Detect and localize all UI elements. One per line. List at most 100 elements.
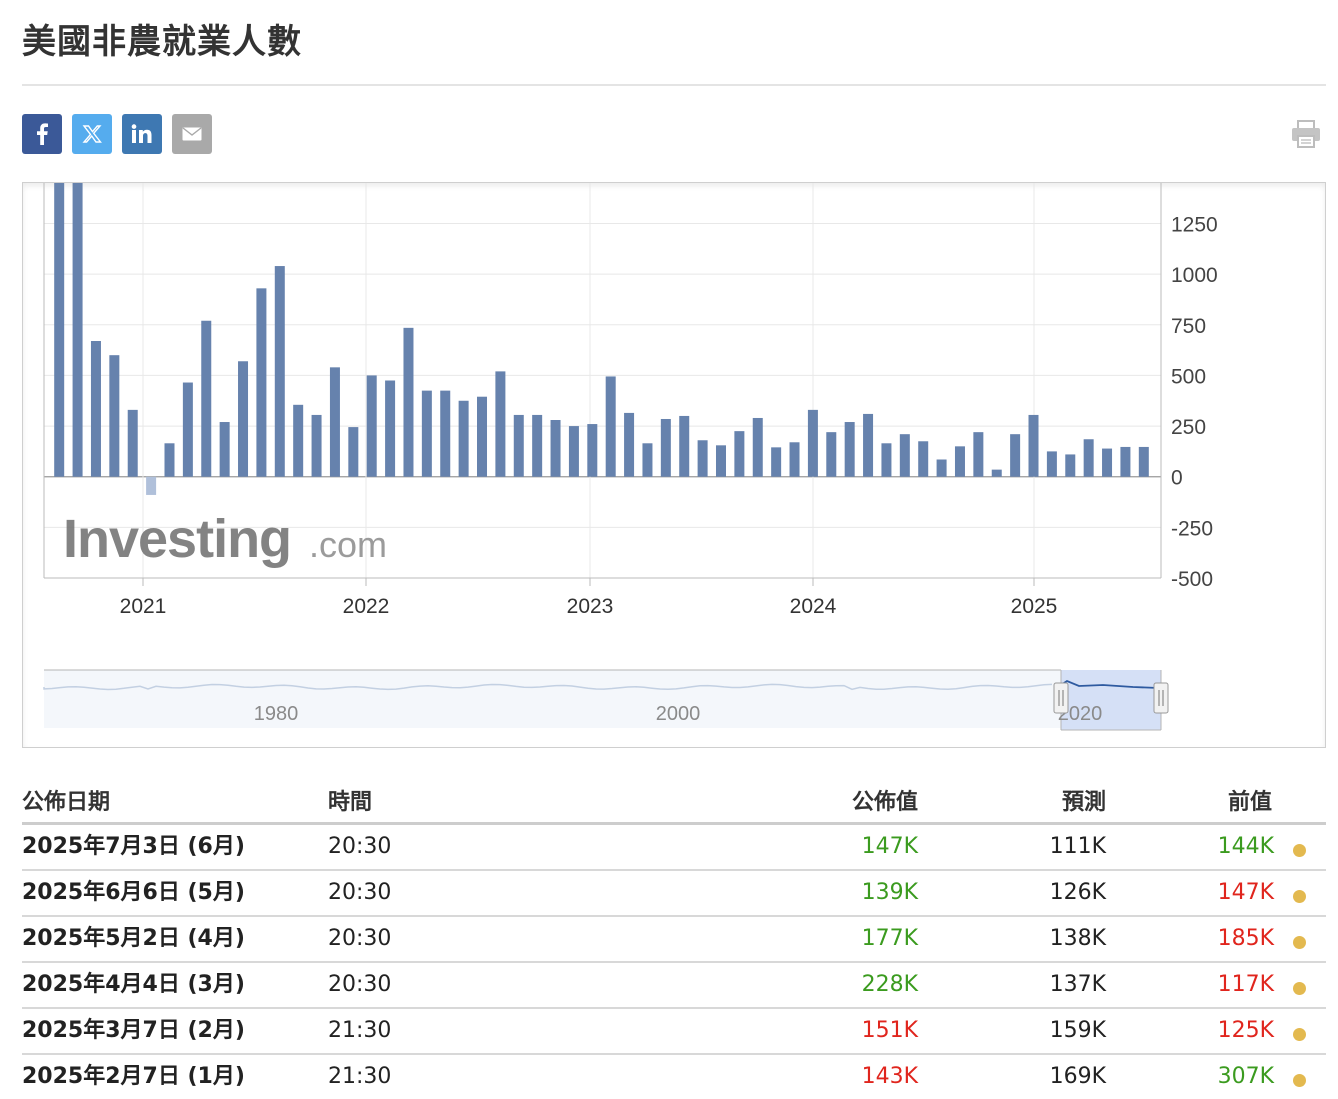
row-time: 21:30 — [328, 1064, 392, 1089]
row-actual: 147K — [861, 834, 918, 859]
data-bar — [881, 443, 892, 477]
row-previous: 117K — [1217, 972, 1274, 997]
row-forecast: 137K — [1049, 972, 1106, 997]
data-bar — [771, 447, 782, 477]
data-bar — [918, 441, 929, 477]
data-bar — [477, 396, 488, 477]
y-tick-label: 0 — [1171, 467, 1183, 490]
navigator-left-handle[interactable] — [1053, 682, 1069, 714]
importance-dot-icon[interactable] — [1293, 890, 1306, 903]
title-divider — [22, 84, 1326, 86]
data-bar — [256, 288, 267, 477]
data-bar — [605, 376, 616, 477]
share-linkedin-button[interactable] — [122, 114, 162, 154]
row-time: 20:30 — [328, 834, 392, 859]
row-previous: 185K — [1217, 926, 1274, 951]
row-forecast: 169K — [1049, 1064, 1106, 1089]
data-bar — [679, 415, 690, 477]
data-bar — [421, 390, 432, 477]
data-bar — [54, 183, 65, 477]
data-bar — [697, 440, 708, 477]
importance-dot-icon[interactable] — [1293, 1074, 1306, 1087]
y-tick-label: 1000 — [1171, 264, 1218, 287]
row-actual: 177K — [861, 926, 918, 951]
header-actual: 公佈值 — [851, 790, 918, 815]
y-tick-label: 1250 — [1171, 214, 1218, 237]
data-bar — [1138, 446, 1149, 477]
header-date: 公佈日期 — [22, 790, 111, 815]
data-bar — [752, 417, 763, 477]
x-year-label: 2022 — [343, 595, 390, 618]
row-date: 2025年4月4日 (3月) — [22, 972, 245, 997]
investing-watermark-logo: Investing — [63, 509, 291, 569]
row-time: 21:30 — [328, 1018, 392, 1043]
share-x-button[interactable] — [72, 114, 112, 154]
row-actual: 151K — [861, 1018, 918, 1043]
data-bar — [660, 418, 671, 477]
header-previous: 前值 — [1227, 790, 1272, 815]
chart-container: -500 -250 0 250 500 750 1000 1250 2021 2022 2023 20… — [22, 182, 1326, 748]
navigator-track — [44, 670, 1161, 728]
data-bar — [366, 375, 377, 477]
data-bar — [568, 426, 579, 477]
data-bar — [789, 442, 800, 477]
row-actual: 139K — [861, 880, 918, 905]
data-bar — [495, 371, 506, 477]
table-row: 2025年4月4日 (3月) 20:30 228K 137K 117K — [22, 963, 1326, 1009]
data-bar — [807, 409, 818, 477]
release-history-table: 公佈日期 時間 公佈值 預測 前值 2025年7月3日 (6月) 20:30 147… — [22, 776, 1326, 1099]
data-bar — [1046, 451, 1057, 477]
data-bar — [293, 404, 304, 477]
data-bar — [973, 432, 984, 477]
data-bar — [127, 409, 138, 477]
investing-watermark-suffix: .com — [309, 524, 387, 565]
print-button[interactable] — [1290, 118, 1322, 150]
table-row: 2025年7月3日 (6月) 20:30 147K 111K 144K — [22, 825, 1326, 871]
table-header: 公佈日期 時間 公佈值 預測 前值 — [22, 776, 1326, 825]
importance-dot-icon[interactable] — [1293, 1028, 1306, 1041]
importance-dot-icon[interactable] — [1293, 982, 1306, 995]
y-tick-label: 750 — [1171, 315, 1206, 338]
share-facebook-button[interactable] — [22, 114, 62, 154]
printer-icon — [1292, 120, 1320, 148]
data-bar — [201, 320, 212, 477]
navigator-right-handle[interactable] — [1153, 682, 1169, 714]
importance-dot-icon[interactable] — [1293, 844, 1306, 857]
data-bar — [863, 413, 874, 477]
data-bar — [844, 422, 855, 477]
importance-dot-icon[interactable] — [1293, 936, 1306, 949]
data-bar — [991, 469, 1002, 477]
row-forecast: 111K — [1049, 834, 1106, 859]
row-date: 2025年2月7日 (1月) — [22, 1064, 245, 1089]
table-row: 2025年2月7日 (1月) 21:30 143K 169K 307K — [22, 1055, 1326, 1099]
data-bar — [146, 476, 157, 495]
data-bar — [458, 400, 469, 477]
table-body: 2025年7月3日 (6月) 20:30 147K 111K 144K 2025年6月6日… — [22, 825, 1326, 1099]
row-time: 20:30 — [328, 880, 392, 905]
row-time: 20:30 — [328, 972, 392, 997]
row-actual: 228K — [861, 972, 918, 997]
header-forecast: 預測 — [1061, 790, 1106, 815]
data-bar — [550, 420, 561, 477]
data-bar — [826, 432, 837, 477]
data-bar — [936, 459, 947, 477]
navigator-year-label: 2000 — [656, 703, 701, 725]
row-actual: 143K — [861, 1064, 918, 1089]
facebook-icon — [37, 123, 48, 145]
data-bar — [532, 414, 543, 477]
share-email-button[interactable] — [172, 114, 212, 154]
table-row: 2025年6月6日 (5月) 20:30 139K 126K 147K — [22, 871, 1326, 917]
data-bar — [1120, 446, 1131, 477]
row-date: 2025年6月6日 (5月) — [22, 880, 245, 905]
row-previous: 147K — [1217, 880, 1274, 905]
data-bar — [182, 382, 193, 477]
row-previous: 144K — [1217, 834, 1274, 859]
row-date: 2025年5月2日 (4月) — [22, 926, 245, 951]
data-bar — [238, 361, 249, 477]
data-bar — [90, 341, 101, 477]
y-tick-label: -500 — [1171, 568, 1213, 591]
linkedin-icon — [131, 124, 152, 143]
y-tick-label: 500 — [1171, 365, 1206, 388]
data-bar — [513, 414, 524, 477]
data-bar — [72, 183, 83, 477]
